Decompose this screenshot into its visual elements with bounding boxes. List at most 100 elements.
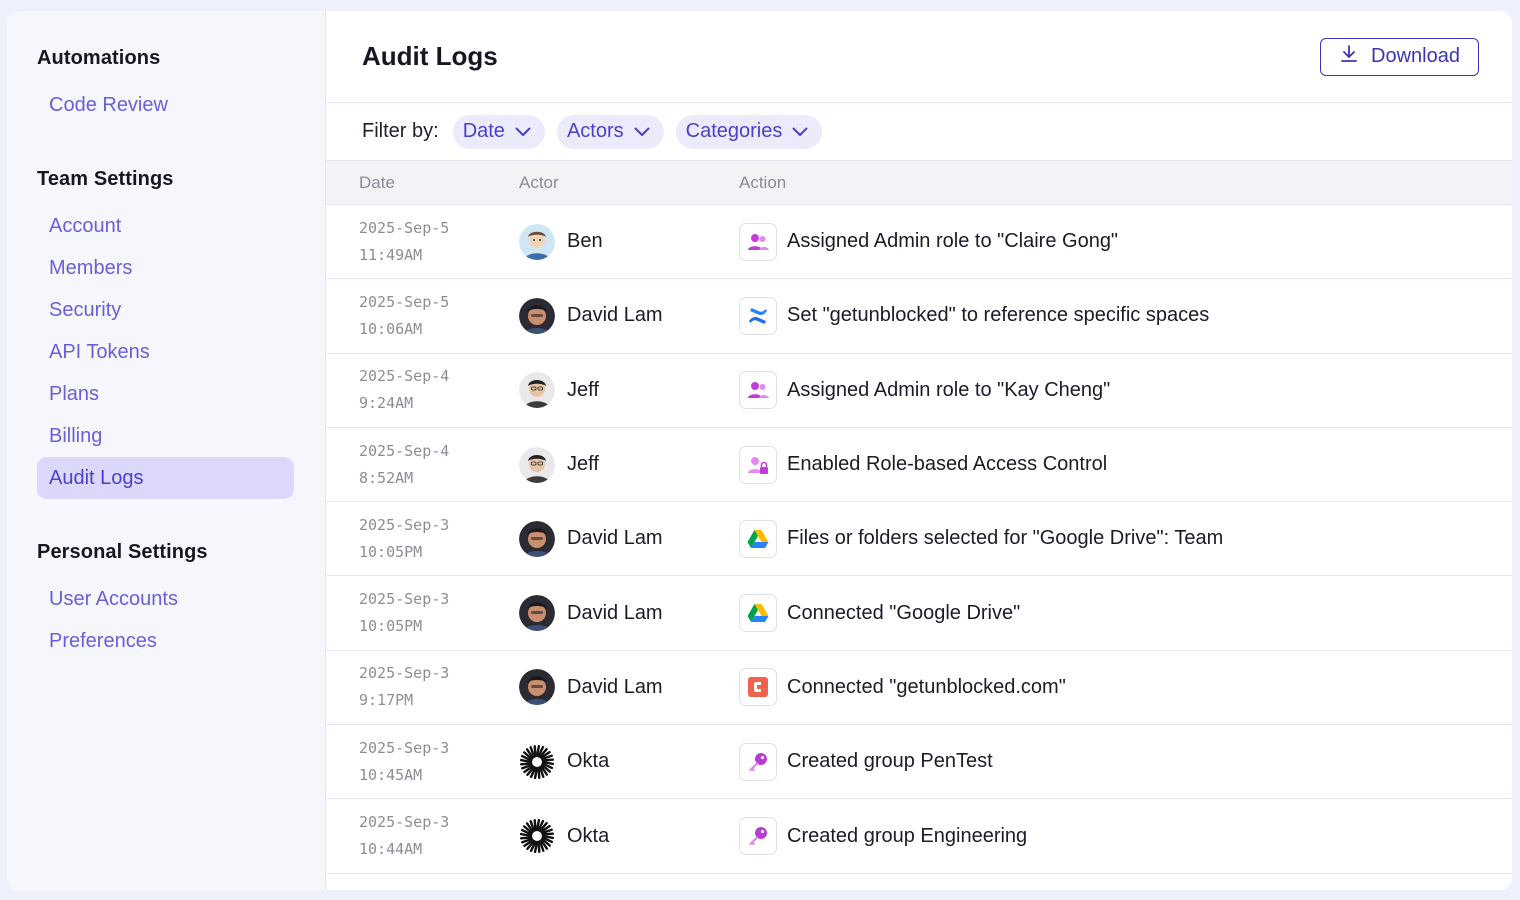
date-text: 2025-Sep-3 <box>359 664 450 683</box>
time-text: 9:17PM <box>359 691 414 710</box>
actor-name: David Lam <box>567 304 663 327</box>
date-cell: 2025-Sep-5 10:06AM <box>326 289 519 343</box>
actor-cell: Okta <box>519 818 739 855</box>
users-role-icon <box>739 371 777 410</box>
main-content: Audit Logs Download Filter by: Date Acto… <box>326 11 1512 890</box>
action-text: Set "getunblocked" to reference specific… <box>787 304 1210 327</box>
chip-label: Date <box>462 120 505 142</box>
action-cell: Set "getunblocked" to reference specific… <box>739 296 1512 335</box>
filter-actors-dropdown[interactable]: Actors <box>556 114 664 149</box>
date-cell: 2025-Sep-3 10:44AM <box>326 809 519 863</box>
confluence-icon <box>739 296 777 335</box>
chip-label: Categories <box>685 120 783 142</box>
sidebar-item-billing[interactable]: Billing <box>37 415 294 457</box>
date-text: 2025-Sep-4 <box>359 441 450 460</box>
column-header-action: Action <box>739 172 787 192</box>
actor-name: David Lam <box>567 675 663 698</box>
date-cell: 2025-Sep-5 11:49AM <box>326 215 519 269</box>
action-text: Enabled Role-based Access Control <box>787 453 1108 476</box>
chip-label: Actors <box>566 120 624 142</box>
sidebar-item-members[interactable]: Members <box>37 247 294 289</box>
page-header: Audit Logs Download <box>326 11 1512 103</box>
column-header-date: Date <box>359 172 395 192</box>
date-cell: 2025-Sep-3 9:17PM <box>326 660 519 714</box>
key-icon <box>739 817 777 856</box>
chevron-down-icon <box>792 127 808 136</box>
date-cell: 2025-Sep-4 9:24AM <box>326 363 519 417</box>
date-text: 2025-Sep-3 <box>359 590 450 609</box>
nav-section-personal-settings: Personal Settings User Accounts Preferen… <box>37 541 295 662</box>
app-window: Automations Code Review Team Settings Ac… <box>7 11 1512 890</box>
table-row <box>326 874 1512 890</box>
action-cell: Enabled Role-based Access Control <box>739 445 1512 484</box>
actor-name: Okta <box>567 824 610 847</box>
nav-heading: Team Settings <box>37 168 174 190</box>
table-row[interactable]: 2025-Sep-5 10:06AM David Lam Set "getunbloc… <box>326 279 1512 354</box>
date-cell: 2025-Sep-3 10:05PM <box>326 586 519 640</box>
time-text: 10:05PM <box>359 617 423 636</box>
chevron-down-icon <box>515 127 531 136</box>
actor-cell: Jeff <box>519 446 739 483</box>
filter-categories-dropdown[interactable]: Categories <box>675 114 823 149</box>
nav-heading: Automations <box>37 47 161 69</box>
table-header: Date Actor Action <box>326 161 1512 205</box>
sidebar-item-plans[interactable]: Plans <box>37 373 294 415</box>
time-text: 11:49AM <box>359 245 423 264</box>
table-row[interactable]: 2025-Sep-3 10:05PM David Lam Files or folde… <box>326 502 1512 577</box>
avatar <box>519 223 555 260</box>
action-cell: Assigned Admin role to "Claire Gong" <box>739 222 1512 261</box>
sidebar: Automations Code Review Team Settings Ac… <box>7 11 326 890</box>
filter-label: Filter by: <box>362 120 439 142</box>
time-text: 8:52AM <box>359 468 414 487</box>
sidebar-item-code-review[interactable]: Code Review <box>37 84 294 126</box>
sidebar-item-account[interactable]: Account <box>37 205 294 247</box>
actor-name: Jeff <box>567 453 599 476</box>
download-label: Download <box>1371 45 1460 67</box>
sidebar-item-user-accounts[interactable]: User Accounts <box>37 578 294 620</box>
date-text: 2025-Sep-5 <box>359 292 450 311</box>
actor-cell: David Lam <box>519 520 739 557</box>
action-cell: Connected "Google Drive" <box>739 594 1512 633</box>
sidebar-item-api-tokens[interactable]: API Tokens <box>37 331 294 373</box>
date-text: 2025-Sep-3 <box>359 738 450 757</box>
action-text: Created group PenTest <box>787 750 993 773</box>
table-row[interactable]: 2025-Sep-4 8:52AM Jeff Enabled Role-based A… <box>326 428 1512 503</box>
okta-logo-icon <box>519 818 555 855</box>
avatar <box>519 520 555 557</box>
table-row[interactable]: 2025-Sep-3 9:17PM David Lam Connected "getu… <box>326 651 1512 726</box>
users-role-icon <box>739 222 777 261</box>
table-row[interactable]: 2025-Sep-3 10:44AM Okta Created group Engin… <box>326 799 1512 874</box>
avatar <box>519 297 555 334</box>
key-icon <box>739 742 777 781</box>
actor-cell: David Lam <box>519 297 739 334</box>
sidebar-item-audit-logs[interactable]: Audit Logs <box>37 457 294 499</box>
time-text: 10:05PM <box>359 542 423 561</box>
chevron-down-icon <box>634 127 650 136</box>
time-text: 10:06AM <box>359 319 423 338</box>
sidebar-item-security[interactable]: Security <box>37 289 294 331</box>
action-text: Connected "Google Drive" <box>787 601 1021 624</box>
column-header-actor: Actor <box>519 172 559 192</box>
okta-logo-icon <box>519 743 555 780</box>
date-cell: 2025-Sep-4 8:52AM <box>326 438 519 492</box>
date-text: 2025-Sep-3 <box>359 515 450 534</box>
filter-bar: Filter by: Date Actors Categories <box>326 103 1512 161</box>
table-row[interactable]: 2025-Sep-5 11:49AM Ben Assigned Admin role … <box>326 205 1512 280</box>
action-text: Assigned Admin role to "Kay Cheng" <box>787 378 1111 401</box>
actor-cell: Jeff <box>519 372 739 409</box>
sidebar-item-preferences[interactable]: Preferences <box>37 620 294 662</box>
table-row[interactable]: 2025-Sep-3 10:45AM Okta Created group PenTe… <box>326 725 1512 800</box>
table-row[interactable]: 2025-Sep-4 9:24AM Jeff Assigned Admin role … <box>326 354 1512 428</box>
filter-date-dropdown[interactable]: Date <box>452 114 545 149</box>
table-row[interactable]: 2025-Sep-3 10:05PM David Lam Connected "Goo… <box>326 576 1512 651</box>
actor-name: David Lam <box>567 601 663 624</box>
date-text: 2025-Sep-3 <box>359 813 450 832</box>
action-cell: Created group PenTest <box>739 742 1512 781</box>
table-body: 2025-Sep-5 11:49AM Ben Assigned Admin role … <box>326 205 1512 890</box>
google-drive-icon <box>739 519 777 558</box>
google-drive-icon <box>739 594 777 633</box>
download-button[interactable]: Download <box>1320 37 1479 76</box>
actor-cell: David Lam <box>519 595 739 632</box>
time-text: 9:24AM <box>359 394 414 413</box>
action-cell: Assigned Admin role to "Kay Cheng" <box>739 371 1512 410</box>
